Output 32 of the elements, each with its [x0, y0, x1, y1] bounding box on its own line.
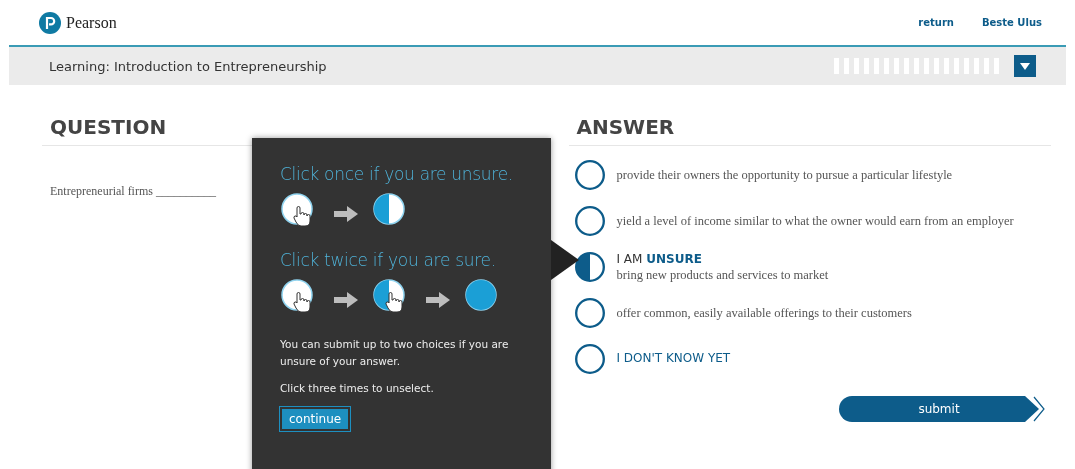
answer-option-text[interactable]: provide their owners the opportunity to pursue a particular lifestyle — [616, 158, 953, 184]
tutorial-note: Click three times to unselect. — [280, 381, 435, 396]
question-heading: QUESTION — [50, 115, 168, 141]
answer-option-circle[interactable] — [572, 250, 607, 284]
answer-option-circle[interactable] — [572, 296, 607, 330]
arrow-right-icon — [334, 206, 358, 222]
answer-option-text[interactable]: offer common, easily available offerings to their customers — [616, 296, 912, 322]
answer-option-circle[interactable] — [572, 204, 607, 238]
course-title: Learning: Introduction to Entrepreneurship — [49, 58, 328, 74]
arrow-right-icon — [426, 292, 450, 308]
tutorial-note: You can submit up to two choices if you are unsure of your answer. — [280, 337, 510, 369]
dropdown-button[interactable] — [1014, 55, 1036, 77]
arrow-right-icon — [334, 292, 358, 308]
brand-name: Pearson — [66, 13, 117, 32]
caret-icon — [1020, 62, 1030, 70]
answer-option-circle[interactable] — [572, 158, 607, 192]
answer-heading: ANSWER — [576, 115, 676, 141]
header-link[interactable]: Beste Ulus — [981, 17, 1042, 28]
logo-icon — [39, 11, 61, 34]
answer-option-text[interactable]: yield a level of income similar to what the owner would earn from an employer — [616, 204, 1014, 230]
answer-option-circle[interactable] — [572, 342, 607, 376]
popover-pointer-icon — [551, 240, 579, 280]
answer-option-text[interactable]: bring new products and services to market — [616, 266, 829, 284]
continue-button[interactable]: continue — [280, 407, 351, 431]
dont-know-option[interactable]: I DON'T KNOW YET — [616, 342, 731, 365]
header-link[interactable]: return — [918, 17, 954, 28]
tutorial-step-title: Click twice if you are sure. — [280, 250, 497, 270]
submit-button[interactable]: submit — [839, 396, 1039, 422]
chevron-right-icon — [1033, 396, 1045, 422]
unsure-label: I AM UNSURE — [616, 251, 703, 266]
question-prompt: Entrepreneurial firms __________ — [50, 184, 217, 199]
tutorial-step-title: Click once if you are unsure. — [280, 164, 514, 184]
